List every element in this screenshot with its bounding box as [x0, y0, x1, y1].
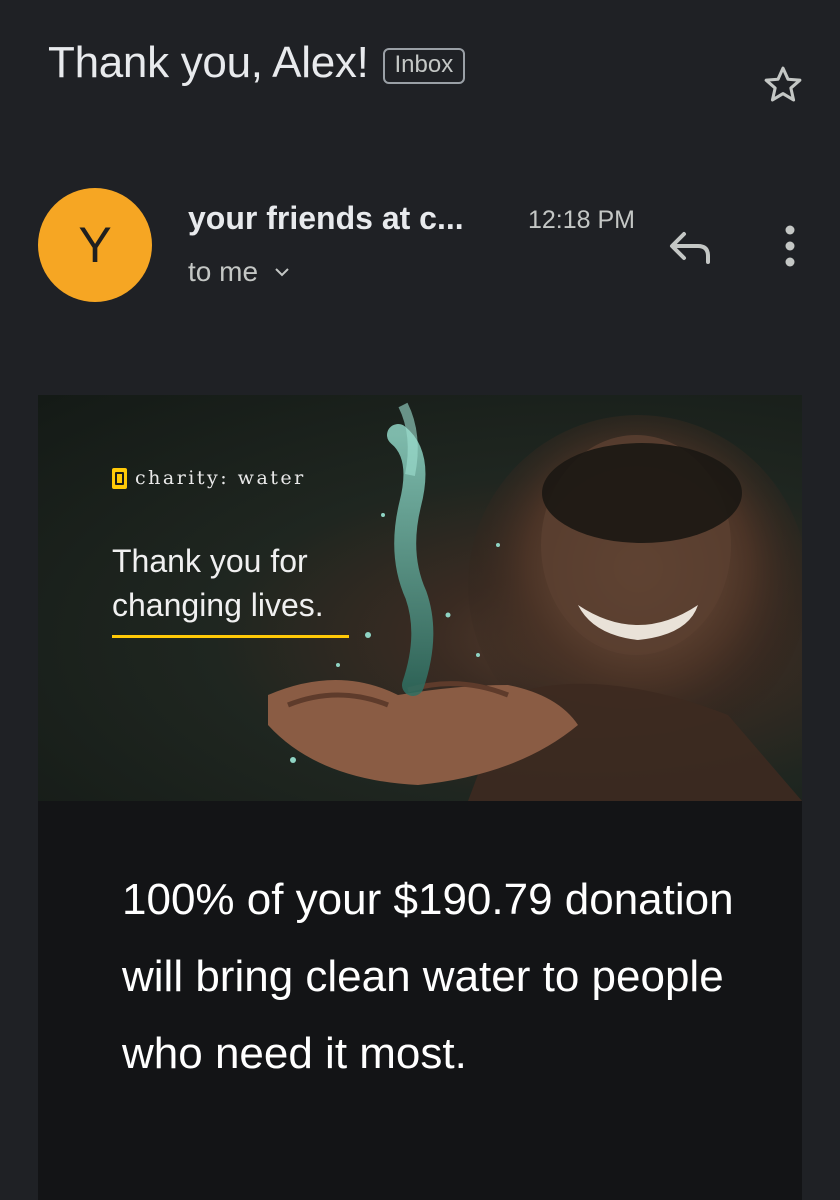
email-subject: Thank you, Alex!: [48, 38, 369, 87]
jerry-can-icon: [112, 467, 127, 489]
star-icon[interactable]: [760, 62, 806, 108]
headline-underline: [112, 635, 349, 638]
charity-water-logo: charity: water: [112, 467, 306, 489]
reply-button[interactable]: [662, 222, 716, 272]
more-options-button[interactable]: [776, 222, 804, 270]
recipient-label: to me: [188, 256, 259, 287]
donation-message: 100% of your $190.79 donation will bring…: [122, 875, 734, 1078]
inbox-label-chip[interactable]: Inbox: [382, 48, 466, 84]
received-time: 12:18 PM: [528, 206, 636, 234]
chevron-down-icon: [275, 268, 289, 277]
brand-name: charity: water: [135, 467, 306, 489]
recipient-details-toggle[interactable]: to me: [188, 256, 292, 288]
more-vertical-icon: [785, 225, 795, 267]
banner-headline: Thank you for changing lives.: [112, 543, 324, 623]
email-body-card: 100% of your $190.79 donation will bring…: [38, 801, 802, 1200]
sender-avatar[interactable]: Y: [38, 188, 152, 302]
reply-icon: [670, 232, 710, 264]
sender-name[interactable]: your friends at c...: [188, 200, 464, 237]
subject-row: Thank you, Alex! Inbox: [48, 38, 466, 88]
charity-water-banner-image[interactable]: charity: water Thank you for changing li…: [38, 395, 802, 801]
